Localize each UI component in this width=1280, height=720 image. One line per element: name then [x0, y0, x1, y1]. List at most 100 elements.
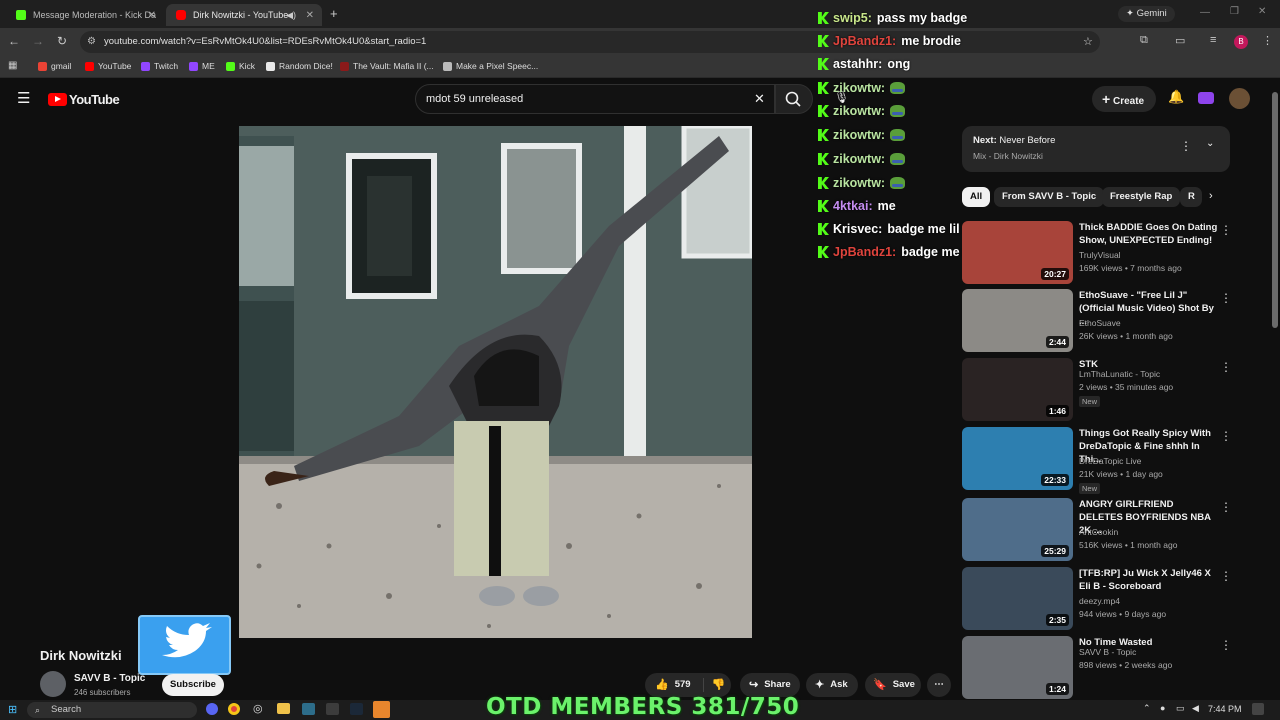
- menu-icon[interactable]: ⋮: [1262, 34, 1273, 47]
- recommendation-channel[interactable]: AntCookin: [1079, 527, 1118, 537]
- maximize-icon[interactable]: ❐: [1230, 6, 1239, 17]
- video-thumbnail[interactable]: 1:46: [962, 358, 1073, 421]
- bookmark-random-dice[interactable]: Random Dice!: [266, 61, 333, 71]
- close-tab-icon[interactable]: ✕: [306, 10, 314, 21]
- recommendation-channel[interactable]: TrulyVisual: [1079, 250, 1121, 260]
- video-thumbnail[interactable]: 2:44: [962, 289, 1073, 352]
- file-explorer-icon[interactable]: [277, 703, 290, 714]
- chevron-right-icon[interactable]: ›: [1209, 190, 1213, 202]
- recommendation-item[interactable]: 2:44 EthoSuave - "Free Lil J" (Official M…: [962, 289, 1232, 353]
- video-thumbnail[interactable]: 25:29: [962, 498, 1073, 561]
- video-thumbnail[interactable]: 1:24: [962, 636, 1073, 699]
- more-actions-button[interactable]: ⋯: [927, 673, 951, 697]
- bookmark-gmail[interactable]: gmail: [38, 61, 71, 71]
- recommendation-channel[interactable]: deezy.mp4: [1079, 596, 1120, 606]
- taskbar-time[interactable]: 7:44 PM: [1208, 704, 1242, 714]
- ask-button[interactable]: ✦ Ask: [806, 673, 858, 697]
- close-window-icon[interactable]: ✕: [1258, 6, 1266, 17]
- tray-chevron-icon[interactable]: ⌃: [1143, 703, 1151, 714]
- recommendation-item[interactable]: 20:27 Thick BADDIE Goes On Dating Show, U…: [962, 221, 1232, 285]
- recommendation-channel[interactable]: DreDaTopic Live: [1079, 456, 1141, 466]
- recommendation-channel[interactable]: SAVV B - Topic: [1079, 647, 1136, 657]
- site-info-icon[interactable]: ⚙: [87, 31, 96, 53]
- channel-avatar[interactable]: [40, 671, 66, 697]
- volume-icon[interactable]: ◀: [1192, 703, 1199, 714]
- tray-mic-icon[interactable]: ●: [1160, 703, 1165, 713]
- recommendation-title[interactable]: [TFB:RP] Ju Wick X Jelly46 X Eli B - Sco…: [1079, 567, 1219, 593]
- chip-partial[interactable]: R: [1180, 187, 1202, 207]
- save-button[interactable]: 🔖 Save: [865, 673, 921, 697]
- recommendation-channel[interactable]: EthoSuave: [1079, 318, 1121, 328]
- windows-start-icon[interactable]: ⊞: [8, 703, 17, 716]
- video-thumbnail[interactable]: 2:35: [962, 567, 1073, 630]
- chevron-down-icon[interactable]: ⌄: [1206, 138, 1214, 149]
- youtube-logo[interactable]: YouTube: [48, 92, 120, 107]
- recommendation-title[interactable]: Thick BADDIE Goes On Dating Show, UNEXPE…: [1079, 221, 1219, 247]
- recommendation-item[interactable]: 25:29 ANGRY GIRLFRIEND DELETES BOYFRIENDS…: [962, 498, 1232, 562]
- media-icon[interactable]: ≡: [1210, 34, 1216, 46]
- up-next-card[interactable]: Next: Never Before Mix - Dirk Nowitzki ⋮…: [962, 126, 1230, 172]
- app-icon-2[interactable]: [326, 703, 339, 715]
- notifications-icon[interactable]: [1252, 703, 1264, 715]
- bookmark-the-vault[interactable]: The Vault: Mafia II (...: [340, 61, 434, 71]
- reload-icon[interactable]: ↻: [54, 34, 70, 48]
- more-options-icon[interactable]: ⋮: [1220, 500, 1232, 514]
- bookmark-youtube[interactable]: YouTube: [85, 61, 131, 71]
- apps-icon[interactable]: ▦: [8, 60, 17, 71]
- app-icon[interactable]: ◎: [253, 702, 263, 715]
- more-options-icon[interactable]: ⋮: [1220, 223, 1232, 237]
- more-options-icon[interactable]: ⋮: [1220, 360, 1232, 374]
- page-scrollbar[interactable]: [1272, 92, 1278, 328]
- bookmark-star-icon[interactable]: ☆: [1083, 31, 1093, 53]
- video-thumbnail[interactable]: 20:27: [962, 221, 1073, 284]
- side-panel-icon[interactable]: ▭: [1175, 34, 1185, 47]
- clear-search-icon[interactable]: ✕: [754, 85, 765, 113]
- bookmark-kick[interactable]: Kick: [226, 61, 255, 71]
- bookmark-pixel-speech[interactable]: Make a Pixel Speec...: [443, 61, 538, 71]
- gemini-button[interactable]: ✦ Gemini: [1118, 6, 1175, 22]
- recommendation-item[interactable]: 22:33 Things Got Really Spicy With DreDaT…: [962, 427, 1232, 494]
- network-icon[interactable]: ▭: [1176, 703, 1185, 714]
- recommendation-item[interactable]: 1:24 No Time Wasted SAVV B - Topic 898 view…: [962, 636, 1232, 700]
- hamburger-menu-icon[interactable]: ☰: [17, 89, 30, 107]
- video-thumbnail[interactable]: 22:33: [962, 427, 1073, 490]
- bookmark-twitch[interactable]: Twitch: [141, 61, 178, 71]
- user-avatar[interactable]: [1229, 88, 1250, 109]
- tab-kick-moderation[interactable]: Message Moderation - Kick Da ✕: [6, 4, 164, 26]
- terminal-icon[interactable]: [302, 703, 315, 715]
- recommendation-item[interactable]: 1:46 STK LmThaLunatic - Topic 2 views • 35 …: [962, 358, 1232, 422]
- recommendation-channel[interactable]: LmThaLunatic - Topic: [1079, 369, 1160, 379]
- more-options-icon[interactable]: ⋮: [1220, 638, 1232, 652]
- search-button[interactable]: [775, 84, 813, 114]
- chip-freestyle-rap[interactable]: Freestyle Rap: [1102, 187, 1181, 207]
- video-player[interactable]: [239, 126, 752, 638]
- more-options-icon[interactable]: ⋮: [1220, 569, 1232, 583]
- notifications-bell-icon[interactable]: 🔔: [1168, 89, 1184, 105]
- subscribe-button[interactable]: Subscribe: [162, 674, 224, 696]
- chip-all[interactable]: All: [962, 187, 991, 207]
- minimize-icon[interactable]: —: [1200, 7, 1210, 18]
- tab-youtube[interactable]: Dirk Nowitzki - YouTube ◀) ✕: [166, 4, 322, 26]
- speaker-icon[interactable]: ◀): [286, 10, 296, 21]
- discord-icon[interactable]: [206, 703, 218, 715]
- back-icon[interactable]: ←: [6, 34, 22, 48]
- channel-name[interactable]: SAVV B - Topic: [74, 673, 145, 684]
- create-button[interactable]: + Create: [1092, 86, 1156, 112]
- steam-icon[interactable]: [350, 703, 363, 715]
- chrome-icon[interactable]: [228, 703, 240, 715]
- profile-avatar[interactable]: B: [1234, 35, 1248, 49]
- new-tab-icon[interactable]: +: [330, 6, 338, 21]
- search-input[interactable]: mdot 59 unreleased ✕: [415, 84, 775, 114]
- bookmark-me[interactable]: ME: [189, 61, 215, 71]
- taskbar-search[interactable]: ⌕ Search: [27, 702, 197, 718]
- premium-badge-icon[interactable]: [1198, 92, 1214, 104]
- more-options-icon[interactable]: ⋮: [1180, 139, 1192, 153]
- more-options-icon[interactable]: ⋮: [1220, 429, 1232, 443]
- close-tab-icon[interactable]: ✕: [148, 10, 156, 21]
- extensions-icon[interactable]: ⧉: [1140, 34, 1148, 47]
- forward-icon[interactable]: →: [30, 34, 46, 48]
- recommendation-item[interactable]: 2:35 [TFB:RP] Ju Wick X Jelly46 X Eli B -…: [962, 567, 1232, 631]
- chip-from-savv-b[interactable]: From SAVV B - Topic: [994, 187, 1105, 207]
- more-options-icon[interactable]: ⋮: [1220, 291, 1232, 305]
- active-app-icon[interactable]: [373, 701, 390, 718]
